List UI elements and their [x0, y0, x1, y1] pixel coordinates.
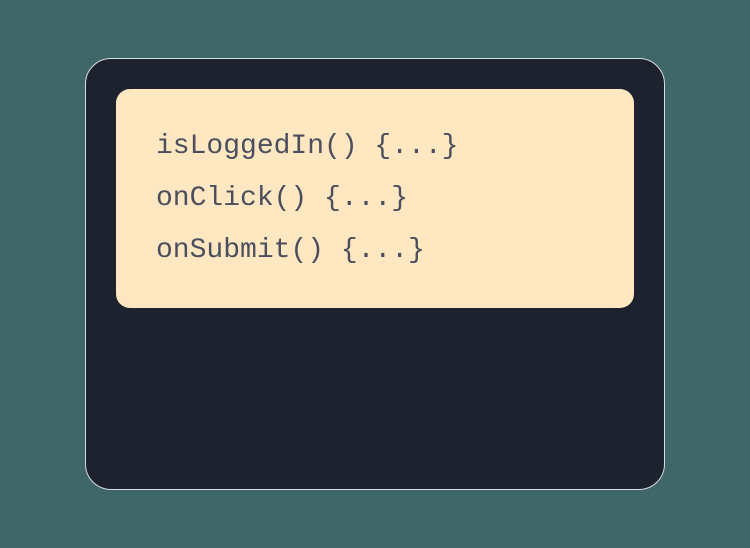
code-line: onSubmit() {...} — [156, 225, 594, 277]
code-line: isLoggedIn() {...} — [156, 121, 594, 173]
code-line: onClick() {...} — [156, 173, 594, 225]
code-card: isLoggedIn() {...} onClick() {...} onSub… — [85, 58, 665, 490]
code-block: isLoggedIn() {...} onClick() {...} onSub… — [116, 89, 634, 308]
